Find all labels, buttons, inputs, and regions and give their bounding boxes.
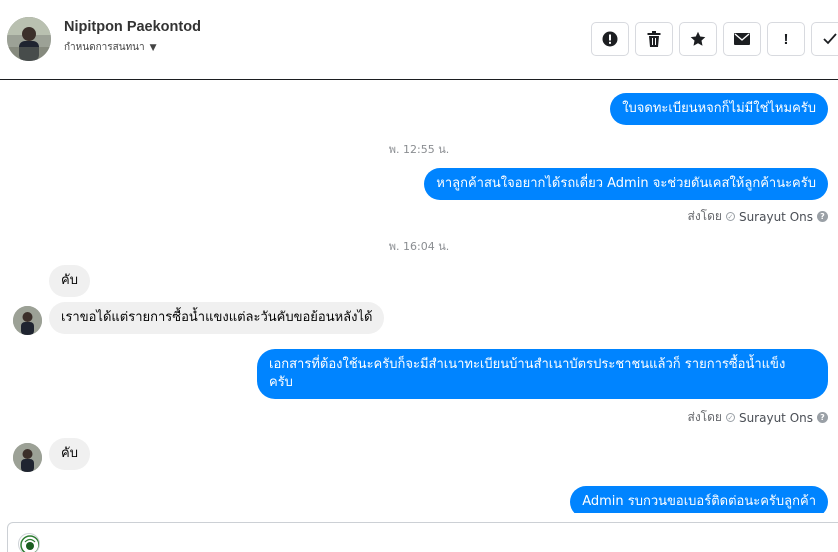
message-thread[interactable]: ใบจดทะเบียนหจกก็ไม่มีใช่ไหมครับ พ. 12:55… <box>0 81 838 513</box>
message-outgoing[interactable]: ใบจดทะเบียนหจกก็ไม่มีใช่ไหมครับ <box>610 93 828 125</box>
conversation-status-dropdown[interactable]: กำหนดการสนทนา ▼ <box>64 40 157 55</box>
message-line: ครับ <box>269 375 293 390</box>
envelope-icon <box>734 33 750 45</box>
trash-icon <box>647 31 661 47</box>
admin-status-icon: ✓ <box>725 413 735 422</box>
important-button[interactable]: ! <box>767 22 805 56</box>
report-button[interactable] <box>591 22 629 56</box>
sent-by-info: ส่งโดย ✓ Surayut Ons ? <box>687 408 828 427</box>
star-button[interactable] <box>679 22 717 56</box>
delete-button[interactable] <box>635 22 673 56</box>
message-incoming[interactable]: เราขอได้แต่รายการซื้อน้ำแขงแต่ละวันคับขอ… <box>49 302 385 334</box>
check-icon <box>823 33 837 45</box>
caret-down-icon: ▼ <box>149 42 157 53</box>
message-incoming[interactable]: คับ <box>49 265 90 297</box>
conversation-toolbar: ! <box>591 22 838 56</box>
star-icon <box>690 31 706 46</box>
help-icon[interactable]: ? <box>817 211 828 222</box>
page-logo-icon <box>18 533 40 552</box>
message-outgoing[interactable]: เอกสารที่ต้องใช้นะครับก็จะมีสำเนาทะเบียน… <box>257 349 828 399</box>
contact-avatar[interactable] <box>7 17 51 61</box>
message-line: เอกสารที่ต้องใช้นะครับก็จะมีสำเนาทะเบียน… <box>269 357 786 372</box>
sent-by-name[interactable]: Surayut Ons <box>739 411 813 425</box>
sent-by-name[interactable]: Surayut Ons <box>739 210 813 224</box>
exclamation-circle-icon <box>602 31 618 47</box>
admin-status-icon: ✓ <box>725 212 735 221</box>
sent-by-label: ส่งโดย <box>687 410 722 424</box>
message-incoming[interactable]: คับ <box>49 438 90 470</box>
reply-composer[interactable] <box>7 522 838 552</box>
contact-avatar-small <box>13 306 42 335</box>
sent-by-info: ส่งโดย ✓ Surayut Ons ? <box>687 207 828 226</box>
sent-by-label: ส่งโดย <box>687 209 722 223</box>
help-icon[interactable]: ? <box>817 412 828 423</box>
contact-avatar-small <box>13 443 42 472</box>
contact-name[interactable]: Nipitpon Paekontod <box>64 19 201 35</box>
timestamp: พ. 12:55 น. <box>388 143 450 156</box>
exclamation-icon: ! <box>783 30 789 48</box>
done-button[interactable] <box>811 22 838 56</box>
message-outgoing[interactable]: Admin รบกวนขอเบอร์ติดต่อนะครับลูกค้า <box>570 486 828 513</box>
message-outgoing[interactable]: หาลูกค้าสนใจอยากได้รถเดี่ยว Admin จะช่วย… <box>424 168 828 200</box>
mark-unread-button[interactable] <box>723 22 761 56</box>
conversation-header: Nipitpon Paekontod กำหนดการสนทนา ▼ ! <box>0 0 838 80</box>
timestamp: พ. 16:04 น. <box>388 240 450 253</box>
conversation-status-label: กำหนดการสนทนา <box>64 42 145 53</box>
